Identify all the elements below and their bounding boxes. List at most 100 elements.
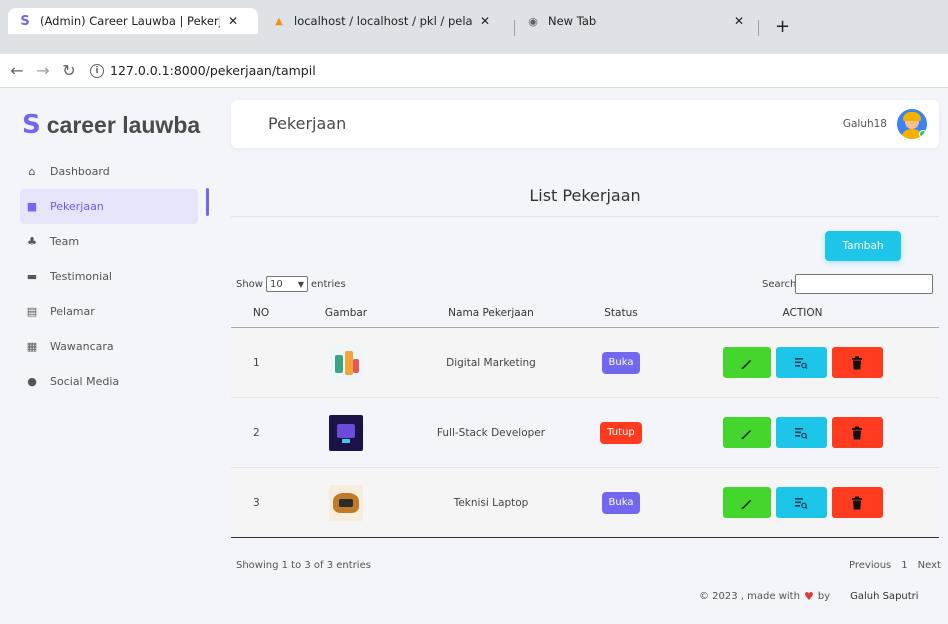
address-bar[interactable]: i 127.0.0.1:8000/pekerjaan/tampil xyxy=(90,58,316,84)
previous-page-link[interactable]: Previous xyxy=(849,560,891,571)
job-name: Teknisi Laptop xyxy=(453,496,529,509)
copyright-text: © 2023 , made with xyxy=(699,591,800,602)
detail-button[interactable] xyxy=(775,347,827,378)
home-icon: ⌂ xyxy=(28,165,36,178)
avatar[interactable] xyxy=(897,109,927,139)
browser-tab-phpmyadmin[interactable]: ▲ localhost / localhost / pkl / pelam ✕ xyxy=(262,6,512,36)
action-cell xyxy=(666,347,939,378)
table-row: 3 Teknisi Laptop Buka xyxy=(231,468,939,538)
trash-icon xyxy=(852,426,862,439)
sidebar: S career lauwba ⌂ Dashboard ■ Pekerjaan … xyxy=(0,88,212,624)
search-input[interactable] xyxy=(795,274,933,294)
tab-title: (Admin) Career Lauwba | Pekerja xyxy=(40,14,220,28)
table-info: Showing 1 to 3 of 3 entries xyxy=(236,560,371,571)
brand-name: career lauwba xyxy=(46,111,201,138)
list-search-icon xyxy=(795,357,808,369)
table-row: 1 Digital Marketing Buka xyxy=(231,328,939,398)
page-title: Pekerjaan xyxy=(268,114,347,133)
job-thumbnail xyxy=(329,484,363,521)
back-arrow-icon[interactable]: ← xyxy=(4,61,30,80)
add-button[interactable]: Tambah xyxy=(825,231,901,261)
job-image xyxy=(286,484,406,521)
job-thumbnail xyxy=(329,414,363,451)
entries-label: entries xyxy=(310,278,346,290)
sidebar-item-wawancara[interactable]: ▦ Wawancara xyxy=(20,329,198,364)
delete-button[interactable] xyxy=(831,417,883,448)
footer: © 2023 , made with ♥ by Galuh Saputri xyxy=(699,590,919,603)
page-number-link[interactable]: 1 xyxy=(901,560,907,571)
tab-separator xyxy=(514,20,515,36)
s-logo-icon: S xyxy=(22,110,41,140)
s-logo-icon: S xyxy=(20,13,30,29)
reload-icon[interactable]: ↻ xyxy=(56,61,82,80)
status-cell: Buka xyxy=(576,351,666,374)
forward-arrow-icon[interactable]: → xyxy=(30,61,56,80)
sidebar-item-social-media[interactable]: ● Social Media xyxy=(20,364,198,399)
sidebar-item-pekerjaan[interactable]: ■ Pekerjaan xyxy=(20,189,198,224)
sidebar-item-label: Pekerjaan xyxy=(50,200,104,213)
entries-length-control: Show 10 ▼ entries xyxy=(236,276,346,292)
info-icon[interactable]: i xyxy=(90,63,104,78)
entries-select-value: 10 xyxy=(269,278,283,290)
chevron-down-icon: ▼ xyxy=(297,279,304,289)
sidebar-item-dashboard[interactable]: ⌂ Dashboard xyxy=(20,154,198,189)
close-icon[interactable]: ✕ xyxy=(480,14,490,28)
divider xyxy=(231,216,939,217)
entries-select[interactable]: 10 ▼ xyxy=(265,276,308,292)
close-icon[interactable]: ✕ xyxy=(734,14,744,28)
new-tab-plus-icon[interactable]: + xyxy=(775,16,790,37)
active-indicator xyxy=(206,188,209,216)
detail-button[interactable] xyxy=(775,487,827,518)
list-title: List Pekerjaan xyxy=(529,186,641,205)
close-icon[interactable]: ✕ xyxy=(228,14,238,28)
browser-tab-bar: S (Admin) Career Lauwba | Pekerja ✕ ▲ lo… xyxy=(0,0,948,54)
column-header-no[interactable]: NO xyxy=(231,307,286,319)
id-card-icon: ▤ xyxy=(26,305,38,318)
trash-icon xyxy=(852,496,862,509)
edit-button[interactable] xyxy=(722,417,771,448)
next-page-link[interactable]: Next xyxy=(918,560,941,571)
table-row: 2 Full-Stack Developer Tutup xyxy=(231,398,939,468)
browser-tab-newtab[interactable]: ◉ New Tab ✕ xyxy=(516,6,766,36)
job-name: Full-Stack Developer xyxy=(436,426,546,439)
briefcase-icon: ■ xyxy=(26,200,38,213)
sidebar-menu: ⌂ Dashboard ■ Pekerjaan ♣ Team ▬ Testimo… xyxy=(20,154,198,399)
online-status-dot xyxy=(919,130,927,138)
globe-icon: ◉ xyxy=(528,14,538,28)
pencil-icon xyxy=(741,429,751,439)
username[interactable]: Galuh18 xyxy=(843,118,887,130)
job-image xyxy=(286,344,406,381)
delete-button[interactable] xyxy=(831,487,883,518)
column-header-status[interactable]: Status xyxy=(576,307,666,319)
status-cell: Tutup xyxy=(576,421,666,444)
sidebar-item-team[interactable]: ♣ Team xyxy=(20,224,198,259)
phpmyadmin-icon: ▲ xyxy=(275,15,283,27)
table-header: NO Gambar Nama Pekerjaan Status ACTION xyxy=(231,298,939,328)
brand[interactable]: S career lauwba xyxy=(22,110,200,140)
job-name: Digital Marketing xyxy=(446,356,536,369)
tab-title: New Tab xyxy=(548,14,597,28)
column-header-gambar[interactable]: Gambar xyxy=(286,307,406,319)
sidebar-item-label: Team xyxy=(50,235,80,248)
action-cell xyxy=(666,417,939,448)
column-header-nama[interactable]: Nama Pekerjaan xyxy=(406,307,576,319)
delete-button[interactable] xyxy=(831,347,883,378)
author-link[interactable]: Galuh Saputri xyxy=(850,591,918,602)
sidebar-item-pelamar[interactable]: ▤ Pelamar xyxy=(20,294,198,329)
detail-button[interactable] xyxy=(775,417,827,448)
users-icon: ♣ xyxy=(27,235,37,248)
edit-button[interactable] xyxy=(722,347,771,378)
chat-icon: ● xyxy=(27,375,37,388)
trash-icon xyxy=(852,356,862,369)
sidebar-item-testimonial[interactable]: ▬ Testimonial xyxy=(20,259,198,294)
list-search-icon xyxy=(795,427,808,439)
edit-button[interactable] xyxy=(722,487,771,518)
pagination: Previous 1 Next xyxy=(849,560,941,571)
page-header: Pekerjaan Galuh18 xyxy=(231,100,939,148)
message-icon: ▬ xyxy=(26,270,38,283)
browser-tab-admin[interactable]: S (Admin) Career Lauwba | Pekerja ✕ xyxy=(8,8,258,34)
job-thumbnail xyxy=(329,344,363,381)
column-header-action: ACTION xyxy=(782,306,823,319)
sidebar-item-label: Testimonial xyxy=(50,270,112,283)
jobs-table: NO Gambar Nama Pekerjaan Status ACTION 1… xyxy=(231,298,939,538)
